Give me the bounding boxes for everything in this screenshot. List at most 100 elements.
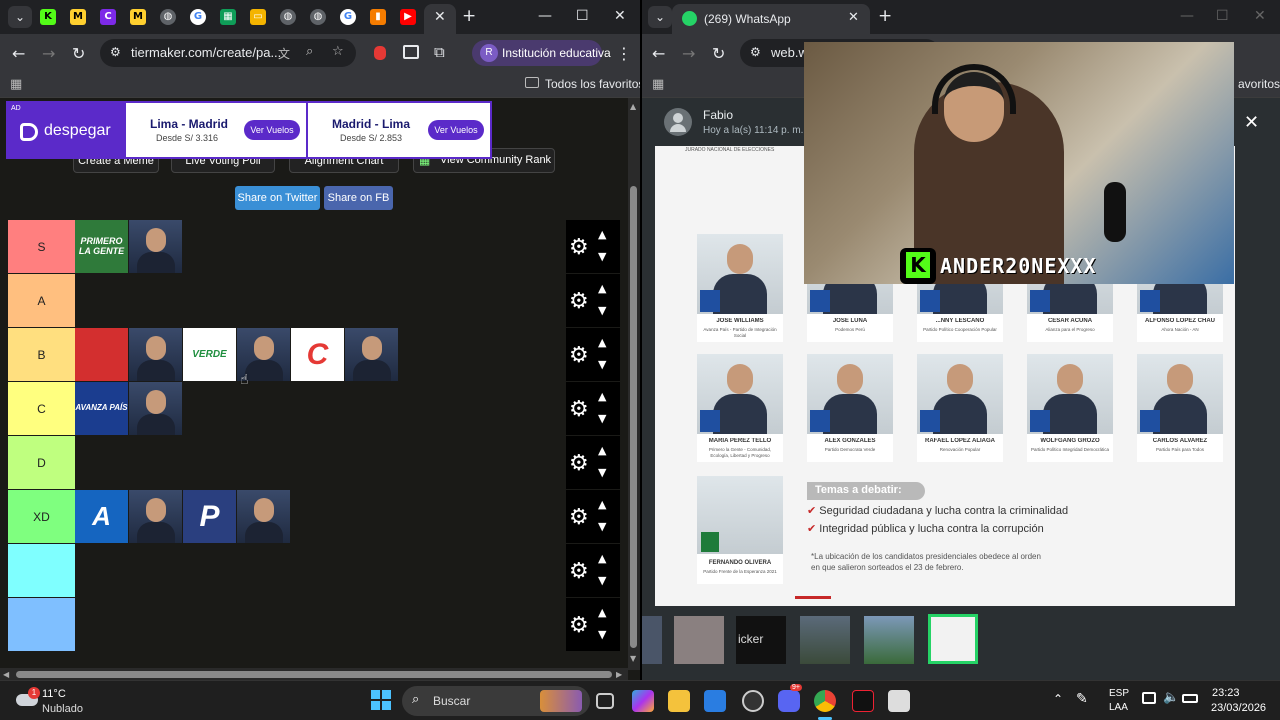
clock-time[interactable]: 23:23 <box>1212 687 1240 699</box>
forward-icon[interactable]: → <box>42 44 55 63</box>
address-bar[interactable]: ⚙ tiermaker.com/create/pa... 文 ⌕ ☆ <box>100 39 356 67</box>
scroll-thumb[interactable] <box>630 186 637 648</box>
candidate-portrait[interactable] <box>129 490 182 543</box>
new-tab-button[interactable]: + <box>878 6 892 26</box>
tier-move-down-icon[interactable]: ▼ <box>598 358 606 371</box>
battery-icon[interactable] <box>1182 694 1198 703</box>
tier-move-up-icon[interactable]: ▲ <box>598 228 606 241</box>
extension-screen-icon[interactable] <box>403 45 419 59</box>
site-info-icon[interactable]: ⚙ <box>750 45 761 59</box>
close-viewer-icon[interactable]: ✕ <box>1244 112 1259 133</box>
snipping-tool-icon[interactable] <box>888 690 910 712</box>
candidate-portrait[interactable] <box>345 328 398 381</box>
tab-kick-icon[interactable]: K <box>40 9 56 25</box>
vertical-scrollbar[interactable]: ▲ ▼ <box>628 98 640 670</box>
bookmark-star-icon[interactable]: ☆ <box>332 44 344 59</box>
tier-label[interactable]: XD <box>8 490 75 543</box>
tab-globe-icon[interactable]: ◍ <box>160 9 176 25</box>
tier-move-down-icon[interactable]: ▼ <box>598 412 606 425</box>
apps-grid-icon[interactable]: ▦ <box>652 77 664 92</box>
thumbnail[interactable] <box>674 616 724 664</box>
tab-orange-icon[interactable]: ▮ <box>370 9 386 25</box>
maximize-button[interactable]: ☐ <box>576 8 589 24</box>
tier-move-up-icon[interactable]: ▲ <box>598 444 606 457</box>
scroll-right-icon[interactable]: ▶ <box>616 670 622 679</box>
minimize-button[interactable]: — <box>1180 8 1194 24</box>
candidate-portrait[interactable] <box>129 220 182 273</box>
ad-card-button[interactable]: Ver Vuelos <box>244 120 300 140</box>
tier-move-down-icon[interactable]: ▼ <box>598 628 606 641</box>
tab-search-button[interactable]: ⌄ <box>648 6 672 28</box>
tier-settings-gear-icon[interactable]: ⚙ <box>569 289 589 314</box>
tier-settings-gear-icon[interactable]: ⚙ <box>569 397 589 422</box>
new-tab-button[interactable]: + <box>462 6 476 26</box>
tier-move-down-icon[interactable]: ▼ <box>598 574 606 587</box>
tab-sheets-icon[interactable]: ▦ <box>220 9 236 25</box>
tab-close-icon[interactable]: ✕ <box>434 9 446 25</box>
ad-banner[interactable]: AD despegar Lima - Madrid Desde S/ 3.316… <box>6 101 492 159</box>
tier-settings-gear-icon[interactable]: ⚙ <box>569 613 589 638</box>
share-fb-button[interactable]: Share on FB <box>324 186 393 210</box>
tab-youtube-icon[interactable]: ▶ <box>400 9 416 25</box>
tier-move-up-icon[interactable]: ▲ <box>598 552 606 565</box>
tier-move-up-icon[interactable]: ▲ <box>598 390 606 403</box>
party-logo-avanza[interactable]: AVANZA PAÍS <box>75 382 128 435</box>
maximize-button[interactable]: ☐ <box>1216 8 1229 24</box>
tab-canva-icon[interactable]: C <box>100 9 116 25</box>
clock-date[interactable]: 23/03/2026 <box>1211 702 1266 714</box>
volume-icon[interactable]: 🔈 <box>1163 690 1179 705</box>
tab-miro2-icon[interactable]: M <box>130 9 146 25</box>
forward-icon[interactable]: → <box>682 44 695 63</box>
tab-slides-icon[interactable]: ▭ <box>250 9 266 25</box>
ad-card-2[interactable]: Madrid - Lima Desde S/ 2.853 Ver Vuelos <box>310 103 490 157</box>
tier-label[interactable]: B <box>8 328 75 381</box>
tier-row[interactable]: ⚙ ▲ ▼ <box>8 544 620 597</box>
tier-settings-gear-icon[interactable]: ⚙ <box>569 343 589 368</box>
tier-row[interactable]: C AVANZA PAÍS ⚙ ▲ ▼ <box>8 382 620 435</box>
tier-settings-gear-icon[interactable]: ⚙ <box>569 559 589 584</box>
party-logo-verde[interactable]: VERDE <box>183 328 236 381</box>
thumbnail[interactable] <box>642 616 662 664</box>
start-windows-icon[interactable] <box>371 690 391 710</box>
url-text[interactable]: web.w <box>771 45 808 60</box>
language-top[interactable]: ESP <box>1109 688 1129 699</box>
discord-icon[interactable]: 9+ <box>778 684 802 712</box>
reload-icon[interactable]: ↻ <box>712 44 725 63</box>
tiktok-icon[interactable] <box>852 690 874 712</box>
tier-row[interactable]: A ⚙ ▲ ▼ <box>8 274 620 327</box>
thumbnail[interactable] <box>800 616 850 664</box>
thumbnail[interactable]: icker <box>736 616 786 664</box>
back-icon[interactable]: ← <box>12 44 25 63</box>
tier-label[interactable]: S <box>8 220 75 273</box>
tab-google-icon[interactable]: G <box>190 9 206 25</box>
tier-row[interactable]: ⚙ ▲ ▼ <box>8 598 620 651</box>
tier-move-down-icon[interactable]: ▼ <box>598 466 606 479</box>
party-logo-p[interactable]: P <box>183 490 236 543</box>
tier-row[interactable]: D ⚙ ▲ ▼ <box>8 436 620 489</box>
all-bookmarks-label[interactable]: Todos los favoritos <box>545 77 640 91</box>
tier-settings-gear-icon[interactable]: ⚙ <box>569 505 589 530</box>
tier-row[interactable]: S PRIMERO LA GENTE ⚙ ▲ ▼ <box>8 220 620 273</box>
language-bottom[interactable]: LAA <box>1109 702 1128 713</box>
horizontal-scrollbar[interactable]: ◀ ▶ <box>0 668 628 680</box>
tier-label[interactable]: C <box>8 382 75 435</box>
tier-row[interactable]: B VERDE C ⚙ ▲ ▼ <box>8 328 620 381</box>
tier-settings-gear-icon[interactable]: ⚙ <box>569 451 589 476</box>
store-icon[interactable] <box>704 690 726 712</box>
apps-grid-icon[interactable]: ▦ <box>10 77 22 92</box>
party-logo-a[interactable]: A <box>75 490 128 543</box>
tab-tiermaker-active[interactable]: ✕ <box>424 4 456 34</box>
thumbnail[interactable] <box>864 616 914 664</box>
back-icon[interactable]: ← <box>652 44 665 63</box>
extension-red-icon[interactable] <box>374 46 386 60</box>
minimize-button[interactable]: — <box>538 8 552 24</box>
file-explorer-icon[interactable] <box>668 690 690 712</box>
chrome-menu-icon[interactable]: ⋮ <box>616 44 632 63</box>
close-window-button[interactable]: ✕ <box>614 8 626 24</box>
tier-label[interactable] <box>8 544 75 597</box>
scroll-left-icon[interactable]: ◀ <box>3 670 9 679</box>
tier-label[interactable]: D <box>8 436 75 489</box>
close-window-button[interactable]: ✕ <box>1254 8 1266 24</box>
tier-move-down-icon[interactable]: ▼ <box>598 304 606 317</box>
all-bookmarks-label[interactable]: avoritos <box>1238 77 1280 91</box>
